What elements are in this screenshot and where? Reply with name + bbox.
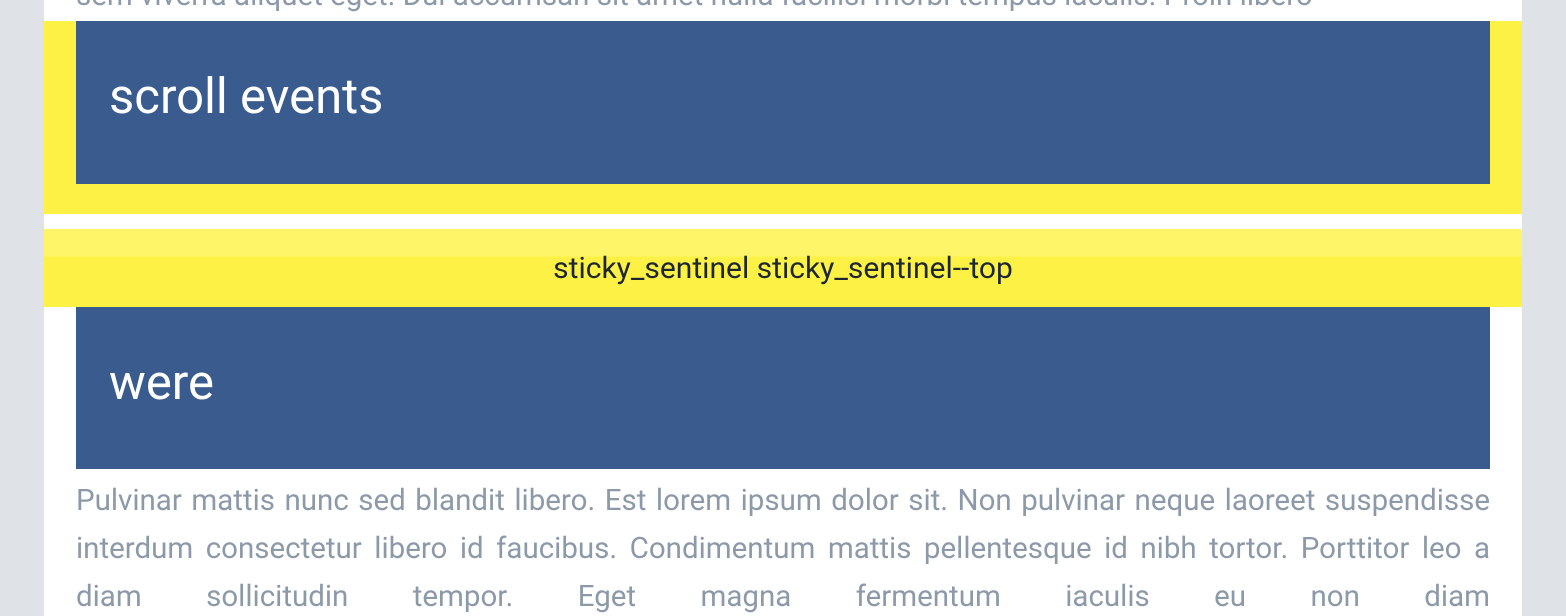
sticky-sentinel-label: sticky_sentinel sticky_sentinel--top xyxy=(553,251,1013,286)
sticky-header-2-title: were xyxy=(109,354,214,411)
body-paragraph: Pulvinar mattis nunc sed blandit libero.… xyxy=(76,477,1490,616)
highlight-wrap-header1: scroll events xyxy=(44,21,1522,214)
sticky-header-1: scroll events xyxy=(76,21,1490,184)
content-column: sem viverra aliquet eget. Dui accumsan s… xyxy=(44,0,1522,616)
viewport: sem viverra aliquet eget. Dui accumsan s… xyxy=(0,0,1566,616)
sticky-sentinel-top: sticky_sentinel sticky_sentinel--top xyxy=(44,229,1522,307)
sticky-header-2: were xyxy=(76,307,1490,469)
paragraph-fragment-top: sem viverra aliquet eget. Dui accumsan s… xyxy=(76,0,1490,20)
sticky-header-1-title: scroll events xyxy=(109,68,383,125)
